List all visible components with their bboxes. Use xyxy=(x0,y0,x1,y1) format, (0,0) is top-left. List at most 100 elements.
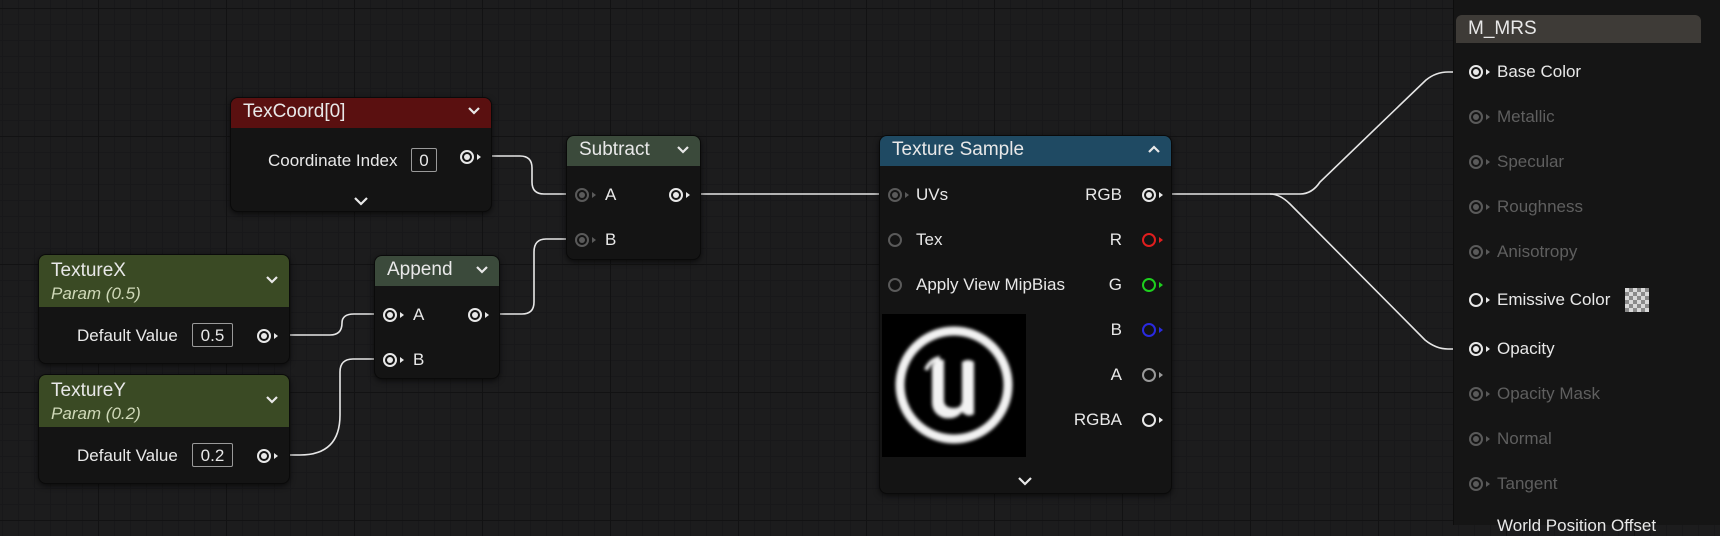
default-value-field[interactable]: 0.5 xyxy=(192,323,233,347)
node-title: Subtract xyxy=(579,139,650,160)
base-color-pin[interactable] xyxy=(1469,65,1483,79)
wire-texcoord-to-subtract-a xyxy=(482,155,574,195)
pin-arrow-icon xyxy=(274,453,278,459)
emissive-color-label: Emissive Color xyxy=(1497,290,1611,309)
pin-arrow-icon xyxy=(400,312,404,318)
pin-arrow-icon xyxy=(1486,391,1490,397)
rgb-output-pin[interactable] xyxy=(1142,188,1156,202)
b-output-pin[interactable] xyxy=(1142,323,1156,337)
texture-y-node[interactable]: TextureY Param (0.2) Default Value 0.2 xyxy=(38,374,290,484)
subtract-node[interactable]: Subtract A B xyxy=(566,135,701,260)
base-color-label: Base Color xyxy=(1497,62,1582,81)
opacity-pin[interactable] xyxy=(1469,342,1483,356)
uvs-input-pin[interactable] xyxy=(888,188,902,202)
texcoord-node[interactable]: TexCoord[0] Coordinate Index 0 xyxy=(230,97,492,212)
node-title: TextureX xyxy=(51,260,126,281)
metallic-pin[interactable] xyxy=(1469,110,1483,124)
pin-arrow-icon xyxy=(485,312,489,318)
a-output-pin[interactable] xyxy=(1142,368,1156,382)
append-output-pin[interactable] xyxy=(468,308,482,322)
pin-arrow-icon xyxy=(1486,481,1490,487)
chevron-down-icon[interactable] xyxy=(475,263,489,277)
chevron-down-icon[interactable] xyxy=(354,196,368,206)
texture-thumbnail[interactable] xyxy=(882,314,1026,457)
pin-arrow-icon xyxy=(592,237,596,243)
subtract-input-a-pin[interactable] xyxy=(575,188,589,202)
texture-x-header[interactable]: TextureX Param (0.5) xyxy=(39,255,289,307)
append-input-a-label: A xyxy=(413,305,425,324)
texture-x-output-pin[interactable] xyxy=(257,329,271,343)
append-header[interactable]: Append xyxy=(375,256,499,286)
pin-arrow-icon xyxy=(400,357,404,363)
wire-texturex-to-append-a xyxy=(280,313,385,336)
texture-sample-node[interactable]: Texture Sample UVs Tex Apply View MipBia… xyxy=(879,135,1172,494)
pin-arrow-icon xyxy=(1159,372,1163,378)
r-output-label: R xyxy=(1109,230,1122,249)
tex-input-label: Tex xyxy=(916,230,943,249)
pin-arrow-icon xyxy=(1486,297,1490,303)
normal-pin[interactable] xyxy=(1469,432,1483,446)
append-node[interactable]: Append A B xyxy=(374,255,500,379)
mipbias-input-pin[interactable] xyxy=(888,278,902,292)
node-subtitle: Param (0.2) xyxy=(51,404,141,423)
normal-label: Normal xyxy=(1497,429,1552,448)
chevron-down-icon[interactable] xyxy=(676,143,690,157)
pin-arrow-icon xyxy=(592,192,596,198)
material-header[interactable]: M_MRS xyxy=(1456,15,1701,43)
chevron-up-icon[interactable] xyxy=(1147,142,1161,156)
metallic-label: Metallic xyxy=(1497,107,1555,126)
material-output-node[interactable]: M_MRS Base Color Metallic Specular Rough… xyxy=(1453,0,1720,535)
anisotropy-pin[interactable] xyxy=(1469,245,1483,259)
rgb-output-label: RGB xyxy=(1085,185,1122,204)
append-input-b-pin[interactable] xyxy=(383,353,397,367)
chevron-down-icon[interactable] xyxy=(1018,476,1032,486)
tex-input-pin[interactable] xyxy=(888,233,902,247)
pin-arrow-icon xyxy=(1486,346,1490,352)
chevron-down-icon[interactable] xyxy=(265,393,279,407)
pin-arrow-icon xyxy=(1159,417,1163,423)
chevron-down-icon[interactable] xyxy=(467,104,481,118)
default-value-label: Default Value xyxy=(77,446,178,465)
subtract-input-a-label: A xyxy=(605,185,617,204)
wire-rgb-to-basecolor xyxy=(1162,71,1463,195)
chevron-down-icon[interactable] xyxy=(265,273,279,287)
emissive-color-pin[interactable] xyxy=(1469,293,1483,307)
rgba-output-label: RGBA xyxy=(1073,410,1122,429)
default-value-label: Default Value xyxy=(77,326,178,345)
default-value-field[interactable]: 0.2 xyxy=(192,443,233,467)
coordinate-index-field[interactable]: 0 xyxy=(411,148,437,172)
pin-arrow-icon xyxy=(1486,249,1490,255)
node-title: M_MRS xyxy=(1468,18,1537,39)
checker-icon[interactable] xyxy=(1625,288,1649,312)
g-output-pin[interactable] xyxy=(1142,278,1156,292)
pin-arrow-icon xyxy=(1159,237,1163,243)
uvs-input-label: UVs xyxy=(916,185,949,204)
texture-sample-header[interactable]: Texture Sample xyxy=(880,136,1171,166)
subtract-header[interactable]: Subtract xyxy=(567,136,700,166)
texture-y-output-pin[interactable] xyxy=(257,449,271,463)
pin-arrow-icon xyxy=(686,192,690,198)
texture-y-header[interactable]: TextureY Param (0.2) xyxy=(39,375,289,427)
r-output-pin[interactable] xyxy=(1142,233,1156,247)
opacity-mask-pin[interactable] xyxy=(1469,387,1483,401)
pin-arrow-icon xyxy=(274,333,278,339)
roughness-pin[interactable] xyxy=(1469,200,1483,214)
wire-rgb-to-opacity xyxy=(1269,193,1463,350)
unreal-logo-icon xyxy=(895,326,1013,444)
rgba-output-pin[interactable] xyxy=(1142,413,1156,427)
texcoord-header[interactable]: TexCoord[0] xyxy=(231,98,491,128)
pin-arrow-icon xyxy=(905,192,909,198)
world-position-offset-label: World Position Offset xyxy=(1497,516,1657,535)
texcoord-output-pin[interactable] xyxy=(460,150,474,164)
subtract-input-b-pin[interactable] xyxy=(575,233,589,247)
specular-pin[interactable] xyxy=(1469,155,1483,169)
node-subtitle: Param (0.5) xyxy=(51,284,141,303)
texture-x-node[interactable]: TextureX Param (0.5) Default Value 0.5 xyxy=(38,254,290,364)
subtract-output-pin[interactable] xyxy=(669,188,683,202)
append-input-a-pin[interactable] xyxy=(383,308,397,322)
pin-arrow-icon xyxy=(1486,159,1490,165)
node-title: Append xyxy=(387,259,453,280)
roughness-label: Roughness xyxy=(1497,197,1584,216)
tangent-pin[interactable] xyxy=(1469,477,1483,491)
subtract-input-b-label: B xyxy=(605,230,617,249)
